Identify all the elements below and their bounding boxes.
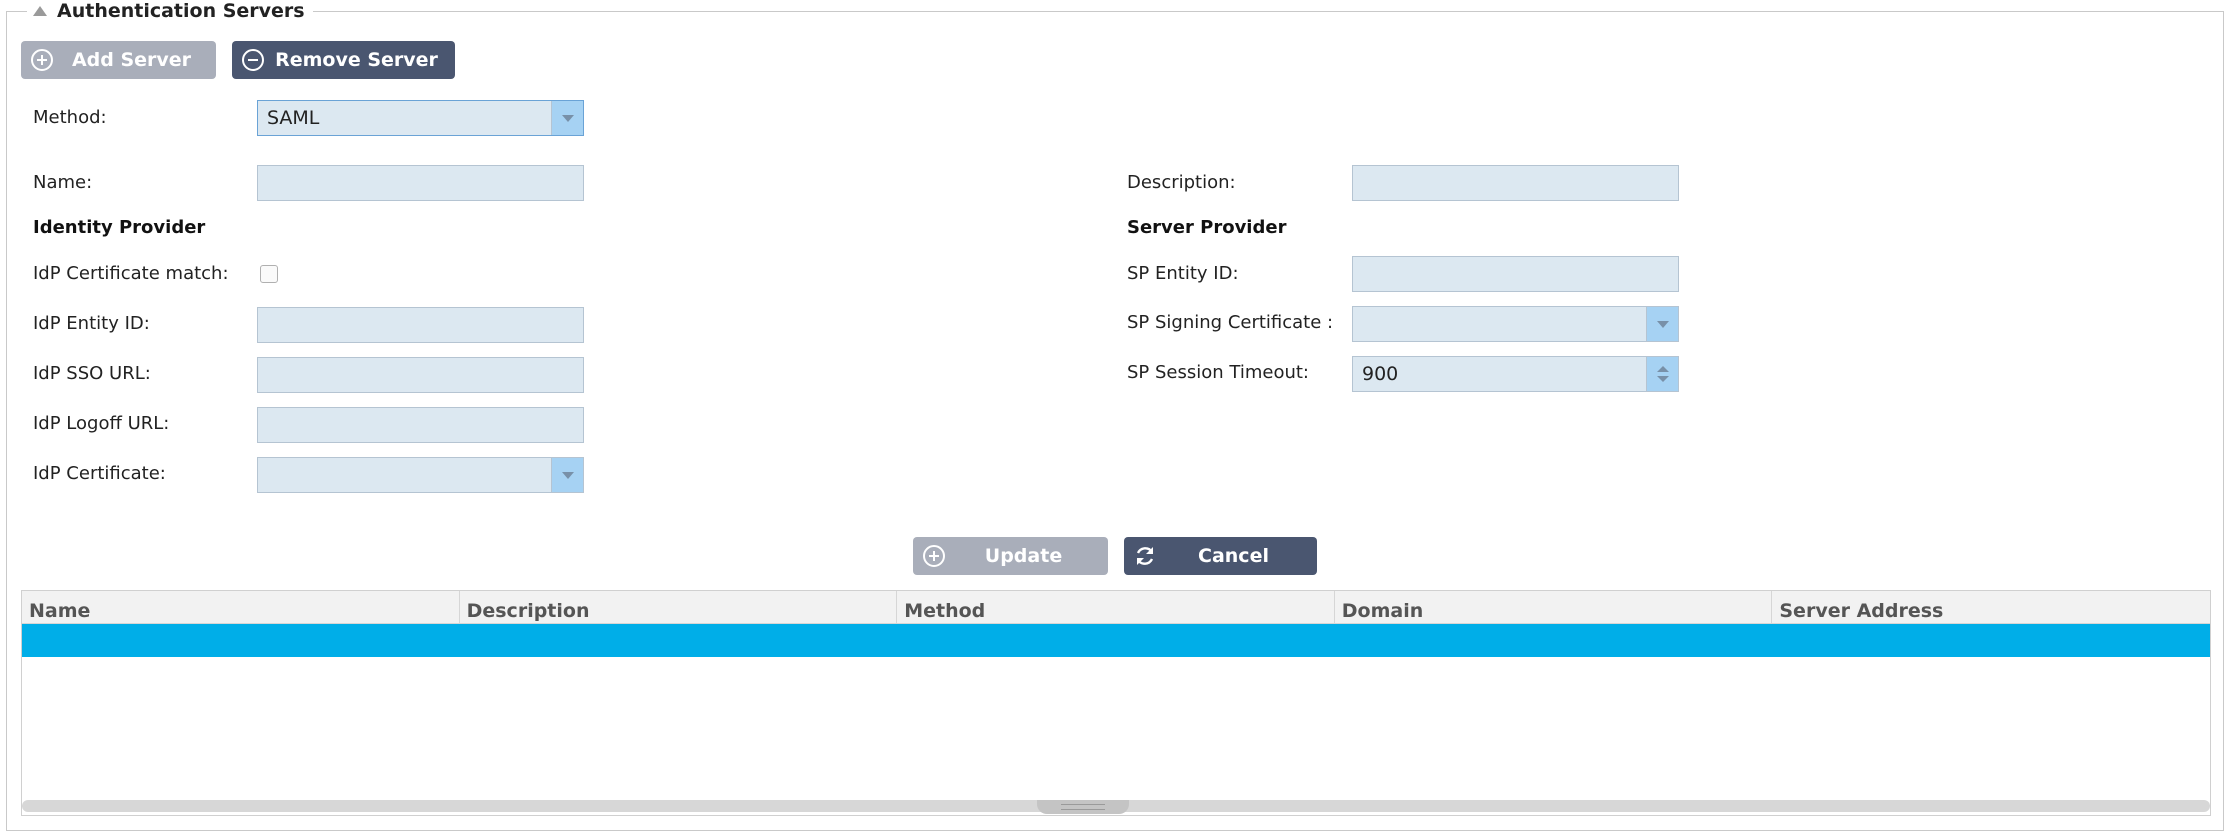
sp-signing-cert-dropdown-arrow[interactable] bbox=[1646, 307, 1678, 341]
chevron-down-icon bbox=[561, 114, 574, 122]
idp-certificate-dropdown-arrow[interactable] bbox=[551, 458, 583, 492]
update-button[interactable]: Update bbox=[913, 537, 1108, 575]
idp-entity-id-input[interactable] bbox=[257, 307, 584, 343]
stepper-arrows[interactable] bbox=[1646, 357, 1678, 391]
scrollbar-thumb[interactable] bbox=[1037, 800, 1129, 814]
column-header-domain[interactable]: Domain bbox=[1335, 591, 1773, 623]
server-provider-heading: Server Provider bbox=[1127, 217, 1287, 238]
chevron-down-icon[interactable] bbox=[1656, 376, 1669, 382]
idp-logoff-url-input[interactable] bbox=[257, 407, 584, 443]
method-label: Method: bbox=[33, 107, 107, 128]
chevron-down-icon bbox=[561, 471, 574, 479]
idp-certificate-select[interactable] bbox=[257, 457, 584, 493]
add-server-button[interactable]: Add Server bbox=[21, 41, 216, 79]
column-header-name[interactable]: Name bbox=[22, 591, 460, 623]
sp-session-timeout-stepper[interactable]: 900 bbox=[1352, 356, 1679, 392]
collapse-triangle-icon[interactable] bbox=[33, 6, 47, 16]
plus-circle-icon bbox=[921, 543, 947, 569]
remove-server-button[interactable]: Remove Server bbox=[232, 41, 455, 79]
sp-entity-id-label: SP Entity ID: bbox=[1127, 263, 1239, 284]
chevron-up-icon[interactable] bbox=[1656, 366, 1669, 372]
cancel-button[interactable]: Cancel bbox=[1124, 537, 1317, 575]
grip-icon bbox=[1061, 804, 1105, 810]
sp-session-timeout-label: SP Session Timeout: bbox=[1127, 362, 1309, 383]
sp-session-timeout-value: 900 bbox=[1362, 363, 1399, 385]
idp-sso-url-label: IdP SSO URL: bbox=[33, 363, 151, 384]
add-server-label: Add Server bbox=[71, 49, 192, 71]
servers-table: Name Description Method Domain Server Ad… bbox=[21, 590, 2211, 816]
horizontal-scrollbar[interactable] bbox=[22, 800, 2210, 814]
method-value: SAML bbox=[267, 107, 320, 129]
chevron-down-icon bbox=[1656, 320, 1669, 328]
method-select[interactable]: SAML bbox=[257, 100, 584, 136]
idp-cert-match-label: IdP Certificate match: bbox=[33, 263, 229, 284]
name-input[interactable] bbox=[257, 165, 584, 201]
sp-signing-cert-select[interactable] bbox=[1352, 306, 1679, 342]
column-header-description[interactable]: Description bbox=[460, 591, 898, 623]
panel-legend[interactable]: Authentication Servers bbox=[27, 0, 313, 22]
plus-circle-icon bbox=[29, 47, 55, 73]
method-dropdown-arrow[interactable] bbox=[551, 101, 583, 135]
minus-circle-icon bbox=[240, 47, 266, 73]
refresh-icon bbox=[1132, 543, 1158, 569]
idp-logoff-url-label: IdP Logoff URL: bbox=[33, 413, 170, 434]
cancel-label: Cancel bbox=[1198, 545, 1269, 567]
panel-title: Authentication Servers bbox=[57, 0, 305, 22]
table-row-selected[interactable] bbox=[22, 624, 2210, 657]
name-label: Name: bbox=[33, 172, 93, 193]
sp-signing-cert-label: SP Signing Certificate : bbox=[1127, 312, 1334, 333]
idp-entity-id-label: IdP Entity ID: bbox=[33, 313, 150, 334]
remove-server-label: Remove Server bbox=[275, 49, 438, 71]
table-header: Name Description Method Domain Server Ad… bbox=[22, 591, 2210, 624]
description-label: Description: bbox=[1127, 172, 1236, 193]
idp-cert-match-checkbox[interactable] bbox=[260, 265, 278, 283]
update-label: Update bbox=[984, 545, 1063, 567]
column-header-method[interactable]: Method bbox=[897, 591, 1335, 623]
sp-entity-id-input[interactable] bbox=[1352, 256, 1679, 292]
idp-sso-url-input[interactable] bbox=[257, 357, 584, 393]
idp-certificate-label: IdP Certificate: bbox=[33, 463, 166, 484]
column-header-server-address[interactable]: Server Address bbox=[1772, 591, 2210, 623]
identity-provider-heading: Identity Provider bbox=[33, 217, 206, 238]
description-input[interactable] bbox=[1352, 165, 1679, 201]
